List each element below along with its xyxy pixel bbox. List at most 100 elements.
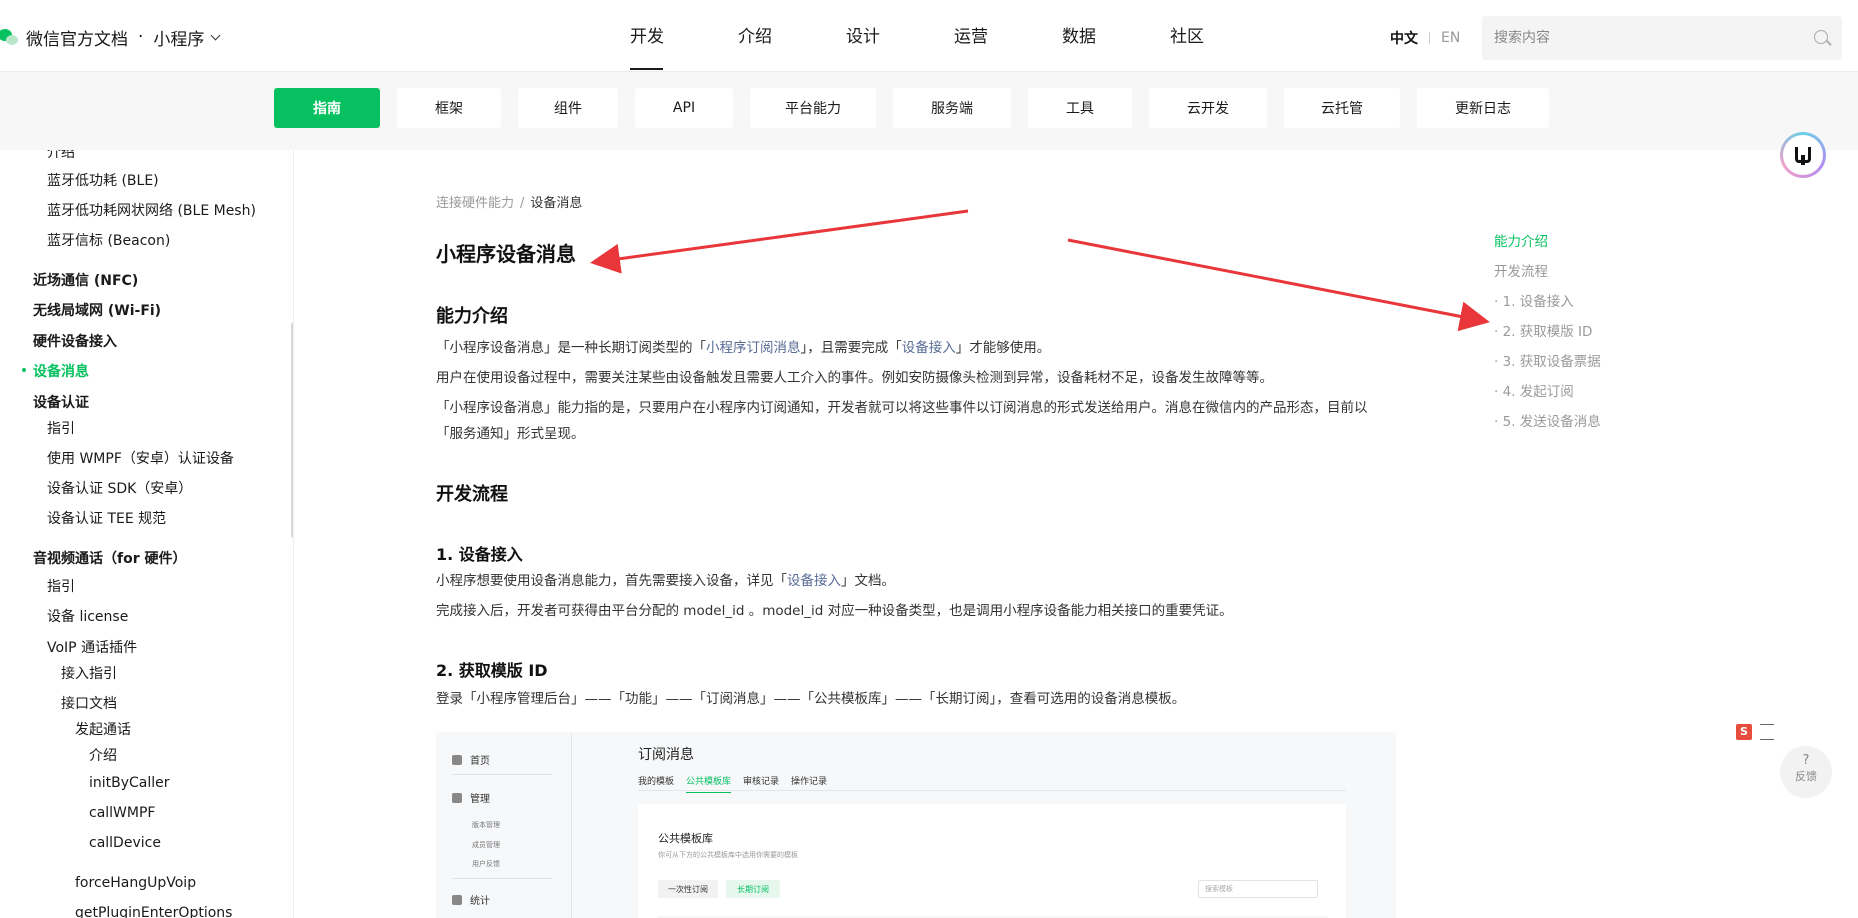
nav-item-intro[interactable]: 介绍	[723, 0, 831, 70]
stats-icon	[452, 894, 462, 905]
page-title: 小程序设备消息	[436, 242, 576, 266]
sidebar-item[interactable]: 蓝牙低功耗 (BLE)	[47, 170, 159, 190]
feedback-label: 反馈	[1795, 770, 1817, 783]
sidebar-item[interactable]: 介绍	[89, 745, 117, 765]
nav-item-data[interactable]: 数据	[1047, 0, 1155, 70]
sidebar-item[interactable]: 音视频通话（for 硬件）	[33, 548, 187, 568]
sidebar-scrollbar[interactable]	[291, 322, 293, 538]
nav-item-operation[interactable]: 运营	[939, 0, 1047, 70]
paragraph: 登录「小程序管理后台」——「功能」——「订阅消息」——「公共模板库」——「长期订…	[436, 691, 1186, 707]
toc-item[interactable]: · 5. 发送设备消息	[1494, 410, 1601, 430]
subnav-components[interactable]: 组件	[518, 88, 618, 128]
sub-nav-bar: 指南 框架 组件 API 平台能力 服务端 工具 云开发 云托管 更新日志	[0, 72, 1858, 150]
subnav-cloud-dev[interactable]: 云开发	[1149, 88, 1267, 128]
toc-item[interactable]: · 2. 获取模版 ID	[1494, 320, 1592, 340]
breadcrumb-separator: /	[520, 196, 525, 211]
search-input[interactable]	[1482, 16, 1782, 60]
lang-divider	[1429, 32, 1430, 44]
subnav-cloud-host[interactable]: 云托管	[1284, 88, 1400, 128]
subnav-changelog[interactable]: 更新日志	[1417, 88, 1549, 128]
sidebar-item[interactable]: callDevice	[89, 835, 161, 851]
main-nav: 开发 介绍 设计 运营 数据 社区	[615, 0, 1263, 70]
sidebar-item[interactable]: 接入指引	[61, 663, 117, 683]
breadcrumb-current: 设备消息	[530, 196, 583, 211]
shot-sub: 成员管理	[472, 841, 500, 849]
shot-title: 订阅消息	[638, 747, 694, 763]
shot-divider	[638, 790, 1346, 791]
sidebar-item[interactable]: getPluginEnterOptions	[75, 905, 232, 918]
language-switch: 中文 EN	[1390, 28, 1460, 48]
link-subscribe-message[interactable]: 小程序订阅消息	[706, 340, 801, 356]
sidebar-item[interactable]: 蓝牙信标 (Beacon)	[47, 230, 170, 250]
shot-card-title: 公共模板库	[658, 832, 713, 845]
arrow-to-title	[590, 209, 969, 274]
sidebar-item[interactable]: 使用 WMPF（安卓）认证设备	[47, 448, 234, 468]
sidebar-item[interactable]: 指引	[47, 576, 75, 596]
paragraph: 「小程序设备消息」能力指的是，只要用户在小程序内订阅通知，开发者就可以将这些事件…	[436, 400, 1368, 442]
sidebar-item[interactable]: 硬件设备接入	[33, 331, 117, 351]
step-heading-2: 2. 获取模版 ID	[436, 661, 548, 680]
lang-zh[interactable]: 中文	[1390, 28, 1418, 48]
subnav-api[interactable]: API	[635, 88, 733, 128]
feedback-button[interactable]: ? 反馈	[1780, 746, 1832, 798]
sidebar-item[interactable]: 蓝牙低功耗网状网络 (BLE Mesh)	[47, 200, 256, 220]
toc-item[interactable]: · 1. 设备接入	[1494, 290, 1574, 310]
toc-item[interactable]: · 3. 获取设备票据	[1494, 350, 1601, 370]
sidebar-item[interactable]: 近场通信 (NFC)	[33, 270, 138, 290]
sidebar-item-active[interactable]: 设备消息	[33, 361, 89, 381]
chevron-down-icon	[210, 30, 221, 40]
nav-item-dev[interactable]: 开发	[615, 0, 723, 70]
doc-screenshot: 首页 管理 版本管理 成员管理 用户反馈 统计 订阅消息 我的模板 公共模板库 …	[436, 732, 1396, 918]
paragraph: 「小程序设备消息」是一种长期订阅类型的「小程序订阅消息」，且需要完成「设备接入」…	[436, 340, 1051, 356]
product-switcher[interactable]: 小程序	[153, 25, 221, 50]
nav-item-design[interactable]: 设计	[831, 0, 939, 70]
sidebar-item[interactable]: 接口文档	[61, 693, 117, 713]
sidebar-item[interactable]: initByCaller	[89, 775, 170, 791]
sidebar: 介绍 蓝牙低功耗 (BLE) 蓝牙低功耗网状网络 (BLE Mesh) 蓝牙信标…	[0, 150, 294, 918]
sidebar-item[interactable]: 设备认证	[33, 392, 89, 412]
shot-card-desc: 你可从下方的公共模板库中选用你需要的模板	[658, 851, 798, 859]
section-heading-intro: 能力介绍	[436, 306, 508, 327]
home-icon	[452, 754, 462, 765]
sohu-input-icon[interactable]: S	[1736, 724, 1752, 740]
assistant-logo-icon[interactable]	[1780, 132, 1826, 178]
shot-sub: 用户反馈	[472, 860, 500, 868]
shot-btn-once: 一次性订阅	[658, 880, 718, 898]
sidebar-item[interactable]: 设备 license	[47, 606, 128, 626]
shot-search: 搜索模板	[1198, 880, 1318, 898]
site-name[interactable]: 微信官方文档	[26, 25, 128, 50]
sidebar-item[interactable]: 无线局域网 (Wi-Fi)	[33, 300, 161, 320]
shot-btn-long: 长期订阅	[726, 880, 780, 898]
sidebar-item[interactable]: 介绍	[47, 150, 75, 162]
subnav-platform[interactable]: 平台能力	[750, 88, 876, 128]
link-device-access[interactable]: 设备接入	[902, 340, 956, 356]
paragraph: 小程序想要使用设备消息能力，首先需要接入设备，详见「设备接入」文档。	[436, 573, 895, 589]
sidebar-item[interactable]: VoIP 通话插件	[47, 637, 137, 657]
sidebar-item[interactable]: 指引	[47, 418, 75, 438]
toc-item[interactable]: 开发流程	[1494, 260, 1548, 280]
arrow-to-toc	[1067, 238, 1490, 332]
sidebar-item[interactable]: callWMPF	[89, 805, 155, 821]
lang-en[interactable]: EN	[1441, 30, 1460, 46]
shot-card: 公共模板库 你可从下方的公共模板库中选用你需要的模板 一次性订阅 长期订阅 搜索…	[638, 804, 1346, 918]
sidebar-item[interactable]: 设备认证 TEE 规范	[47, 508, 166, 528]
sidebar-item[interactable]: 设备认证 SDK（安卓）	[47, 478, 192, 498]
brand[interactable]: 微信官方文档 · 小程序	[0, 25, 221, 50]
product-label: 小程序	[153, 29, 205, 50]
shot-divider	[452, 774, 552, 775]
sidebar-item[interactable]: 发起通话	[75, 719, 131, 739]
sidebar-item[interactable]: forceHangUpVoip	[75, 875, 196, 891]
breadcrumb-parent[interactable]: 连接硬件能力	[436, 196, 514, 211]
link-device-access-2[interactable]: 设备接入	[787, 573, 841, 589]
toc-item-active[interactable]: 能力介绍	[1494, 230, 1548, 250]
subnav-tools[interactable]: 工具	[1028, 88, 1132, 128]
nav-item-community[interactable]: 社区	[1155, 0, 1263, 70]
subnav-framework[interactable]: 框架	[397, 88, 501, 128]
search-icon[interactable]	[1814, 30, 1828, 44]
shot-nav-stats: 统计	[452, 892, 490, 907]
active-dot-icon	[22, 368, 26, 372]
toc-item[interactable]: · 4. 发起订阅	[1494, 380, 1574, 400]
subnav-guide[interactable]: 指南	[274, 88, 380, 128]
fullscreen-icon[interactable]	[1760, 724, 1774, 740]
subnav-server[interactable]: 服务端	[893, 88, 1011, 128]
